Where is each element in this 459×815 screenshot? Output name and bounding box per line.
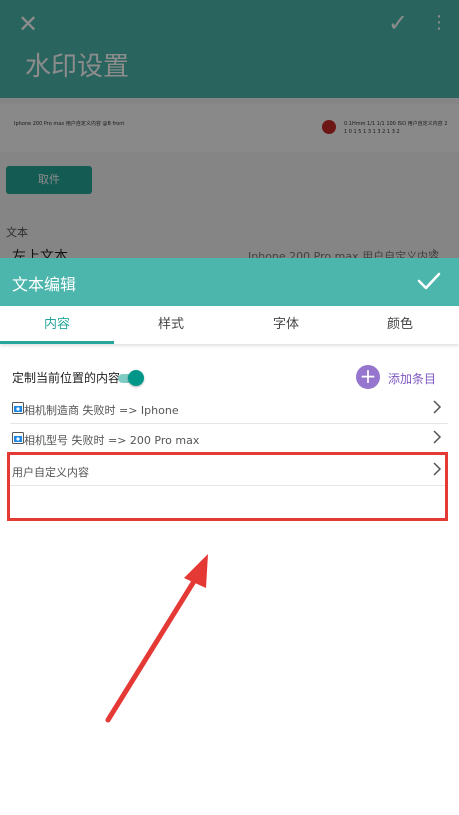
customize-label: 定制当前位置的内容 xyxy=(12,371,121,385)
list-item-user-custom[interactable]: 用户自定义内容 xyxy=(0,456,459,486)
chevron-right-icon xyxy=(433,430,442,444)
confirm-check-icon[interactable] xyxy=(414,266,444,296)
add-item-button[interactable]: + 添加条目 xyxy=(356,364,452,390)
camera-tag-icon xyxy=(12,402,24,414)
tab-font[interactable]: 字体 xyxy=(229,306,343,344)
item-text: 用户自定义内容 xyxy=(12,466,89,479)
divider xyxy=(10,485,448,486)
active-tab-indicator xyxy=(0,341,114,344)
item-text: 相机制造商 失败时 => Iphone xyxy=(24,404,179,417)
text-edit-sheet: 文本编辑 内容 样式 字体 颜色 定制当前位置的内容 + 添加条目 相机制造商 … xyxy=(0,258,459,815)
list-item-camera-model[interactable]: 相机型号 失败时 => 200 Pro max xyxy=(0,424,459,454)
divider xyxy=(10,453,448,454)
tab-content[interactable]: 内容 xyxy=(0,306,114,344)
add-item-label: 添加条目 xyxy=(388,372,437,386)
modal-scrim[interactable] xyxy=(0,0,459,258)
tab-bar: 内容 样式 字体 颜色 xyxy=(0,306,459,344)
list-item-camera-make[interactable]: 相机制造商 失败时 => Iphone xyxy=(0,394,459,424)
sheet-title: 文本编辑 xyxy=(12,275,77,294)
toggle-knob xyxy=(128,370,144,386)
tab-style[interactable]: 样式 xyxy=(114,306,228,344)
tab-color[interactable]: 颜色 xyxy=(343,306,457,344)
chevron-right-icon xyxy=(433,462,442,476)
plus-icon: + xyxy=(356,365,380,389)
camera-tag-icon xyxy=(12,432,24,444)
chevron-right-icon xyxy=(433,400,442,414)
customize-toggle[interactable] xyxy=(118,369,144,387)
item-text: 相机型号 失败时 => 200 Pro max xyxy=(24,434,200,447)
sheet-header: 文本编辑 xyxy=(0,258,459,306)
